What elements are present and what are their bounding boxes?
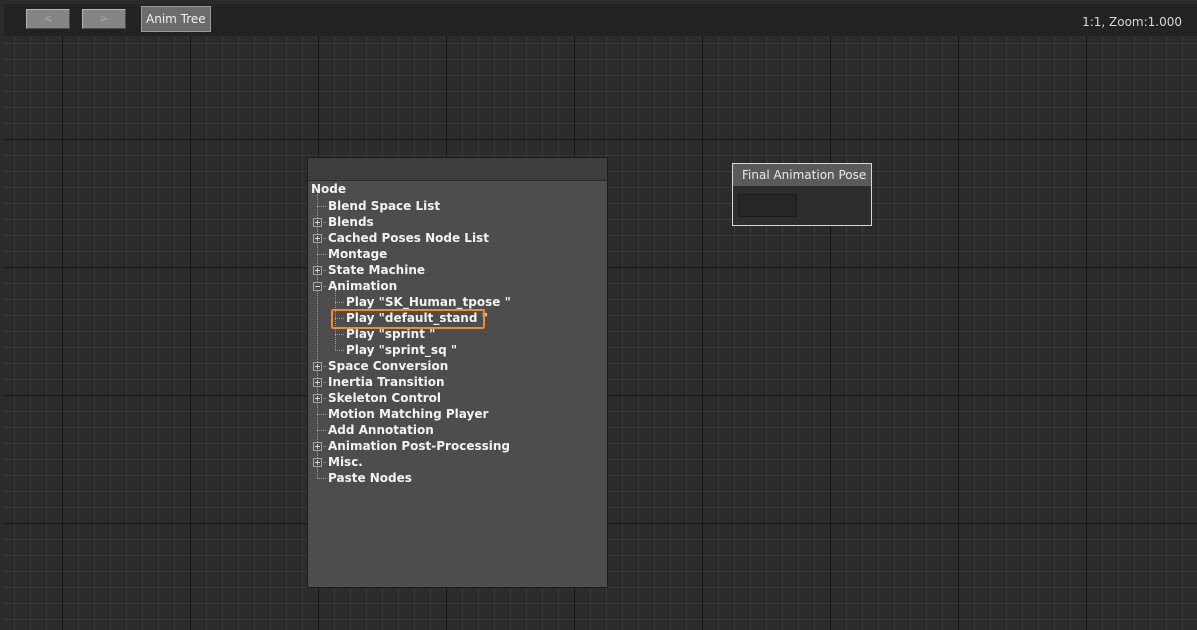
tree-item-label: Space Conversion [328, 359, 449, 373]
tree-item-label: Play "sprint " [346, 327, 436, 341]
back-button[interactable]: < [26, 9, 70, 29]
expand-plus-icon[interactable] [313, 378, 322, 387]
tree-item-label: Play "SK_Human_tpose " [346, 295, 511, 309]
pose-input-pin[interactable] [738, 194, 797, 217]
expand-plus-icon[interactable] [313, 362, 322, 371]
tree-item-label: Animation Post-Processing [328, 439, 510, 453]
expand-plus-icon[interactable] [313, 458, 322, 467]
tree-branch-line [335, 350, 344, 351]
tree-item-label: Montage [328, 247, 388, 261]
tree-branch-line [317, 414, 326, 415]
expand-plus-icon[interactable] [313, 442, 322, 451]
tree-guide-line [335, 290, 336, 350]
editor-toolbar: < > Anim Tree 1:1, Zoom:1.000 [4, 4, 1197, 36]
node-title: Final Animation Pose [733, 164, 871, 186]
tree-item-label: Cached Poses Node List [328, 231, 489, 245]
expand-plus-icon[interactable] [313, 234, 322, 243]
tree-item-label: Paste Nodes [328, 471, 412, 485]
tree-branch-line [317, 254, 326, 255]
tree-item-label: Skeleton Control [328, 391, 441, 405]
collapse-minus-icon[interactable] [313, 282, 322, 291]
add-node-context-menu: Node Blend Space List Blends Cached Poses … [307, 157, 608, 588]
tree-branch-line [317, 206, 326, 207]
tree-item-label: State Machine [328, 263, 426, 277]
tree-item-label: Animation [328, 279, 398, 293]
anim-graph-editor: < > Anim Tree 1:1, Zoom:1.000 Final Anim… [0, 0, 1197, 630]
tree-item-label: Inertia Transition [328, 375, 445, 389]
menu-search-bar[interactable] [308, 158, 607, 181]
tree-item-label: Blend Space List [328, 199, 441, 213]
tree-branch-line [335, 318, 344, 319]
tree-item-label: Add Annotation [328, 423, 434, 437]
forward-button[interactable]: > [82, 9, 126, 29]
expand-plus-icon[interactable] [313, 218, 322, 227]
expand-plus-icon[interactable] [313, 394, 322, 403]
tree-item-label: Motion Matching Player [328, 407, 489, 421]
tree-item-label: Play "default_stand " [346, 311, 488, 325]
tree-branch-line [335, 334, 344, 335]
tree-branch-line [335, 302, 344, 303]
tree-item-label: Blends [328, 215, 374, 229]
final-animation-pose-node[interactable]: Final Animation Pose [732, 163, 872, 226]
tree-item-label: Play "sprint_sq " [346, 343, 458, 357]
tree-branch-line [317, 478, 326, 479]
tree-branch-line [317, 430, 326, 431]
anim-tree-tab[interactable]: Anim Tree [141, 6, 211, 32]
zoom-readout: 1:1, Zoom:1.000 [1082, 15, 1182, 29]
tree-item-label: Misc. [328, 455, 363, 469]
expand-plus-icon[interactable] [313, 266, 322, 275]
